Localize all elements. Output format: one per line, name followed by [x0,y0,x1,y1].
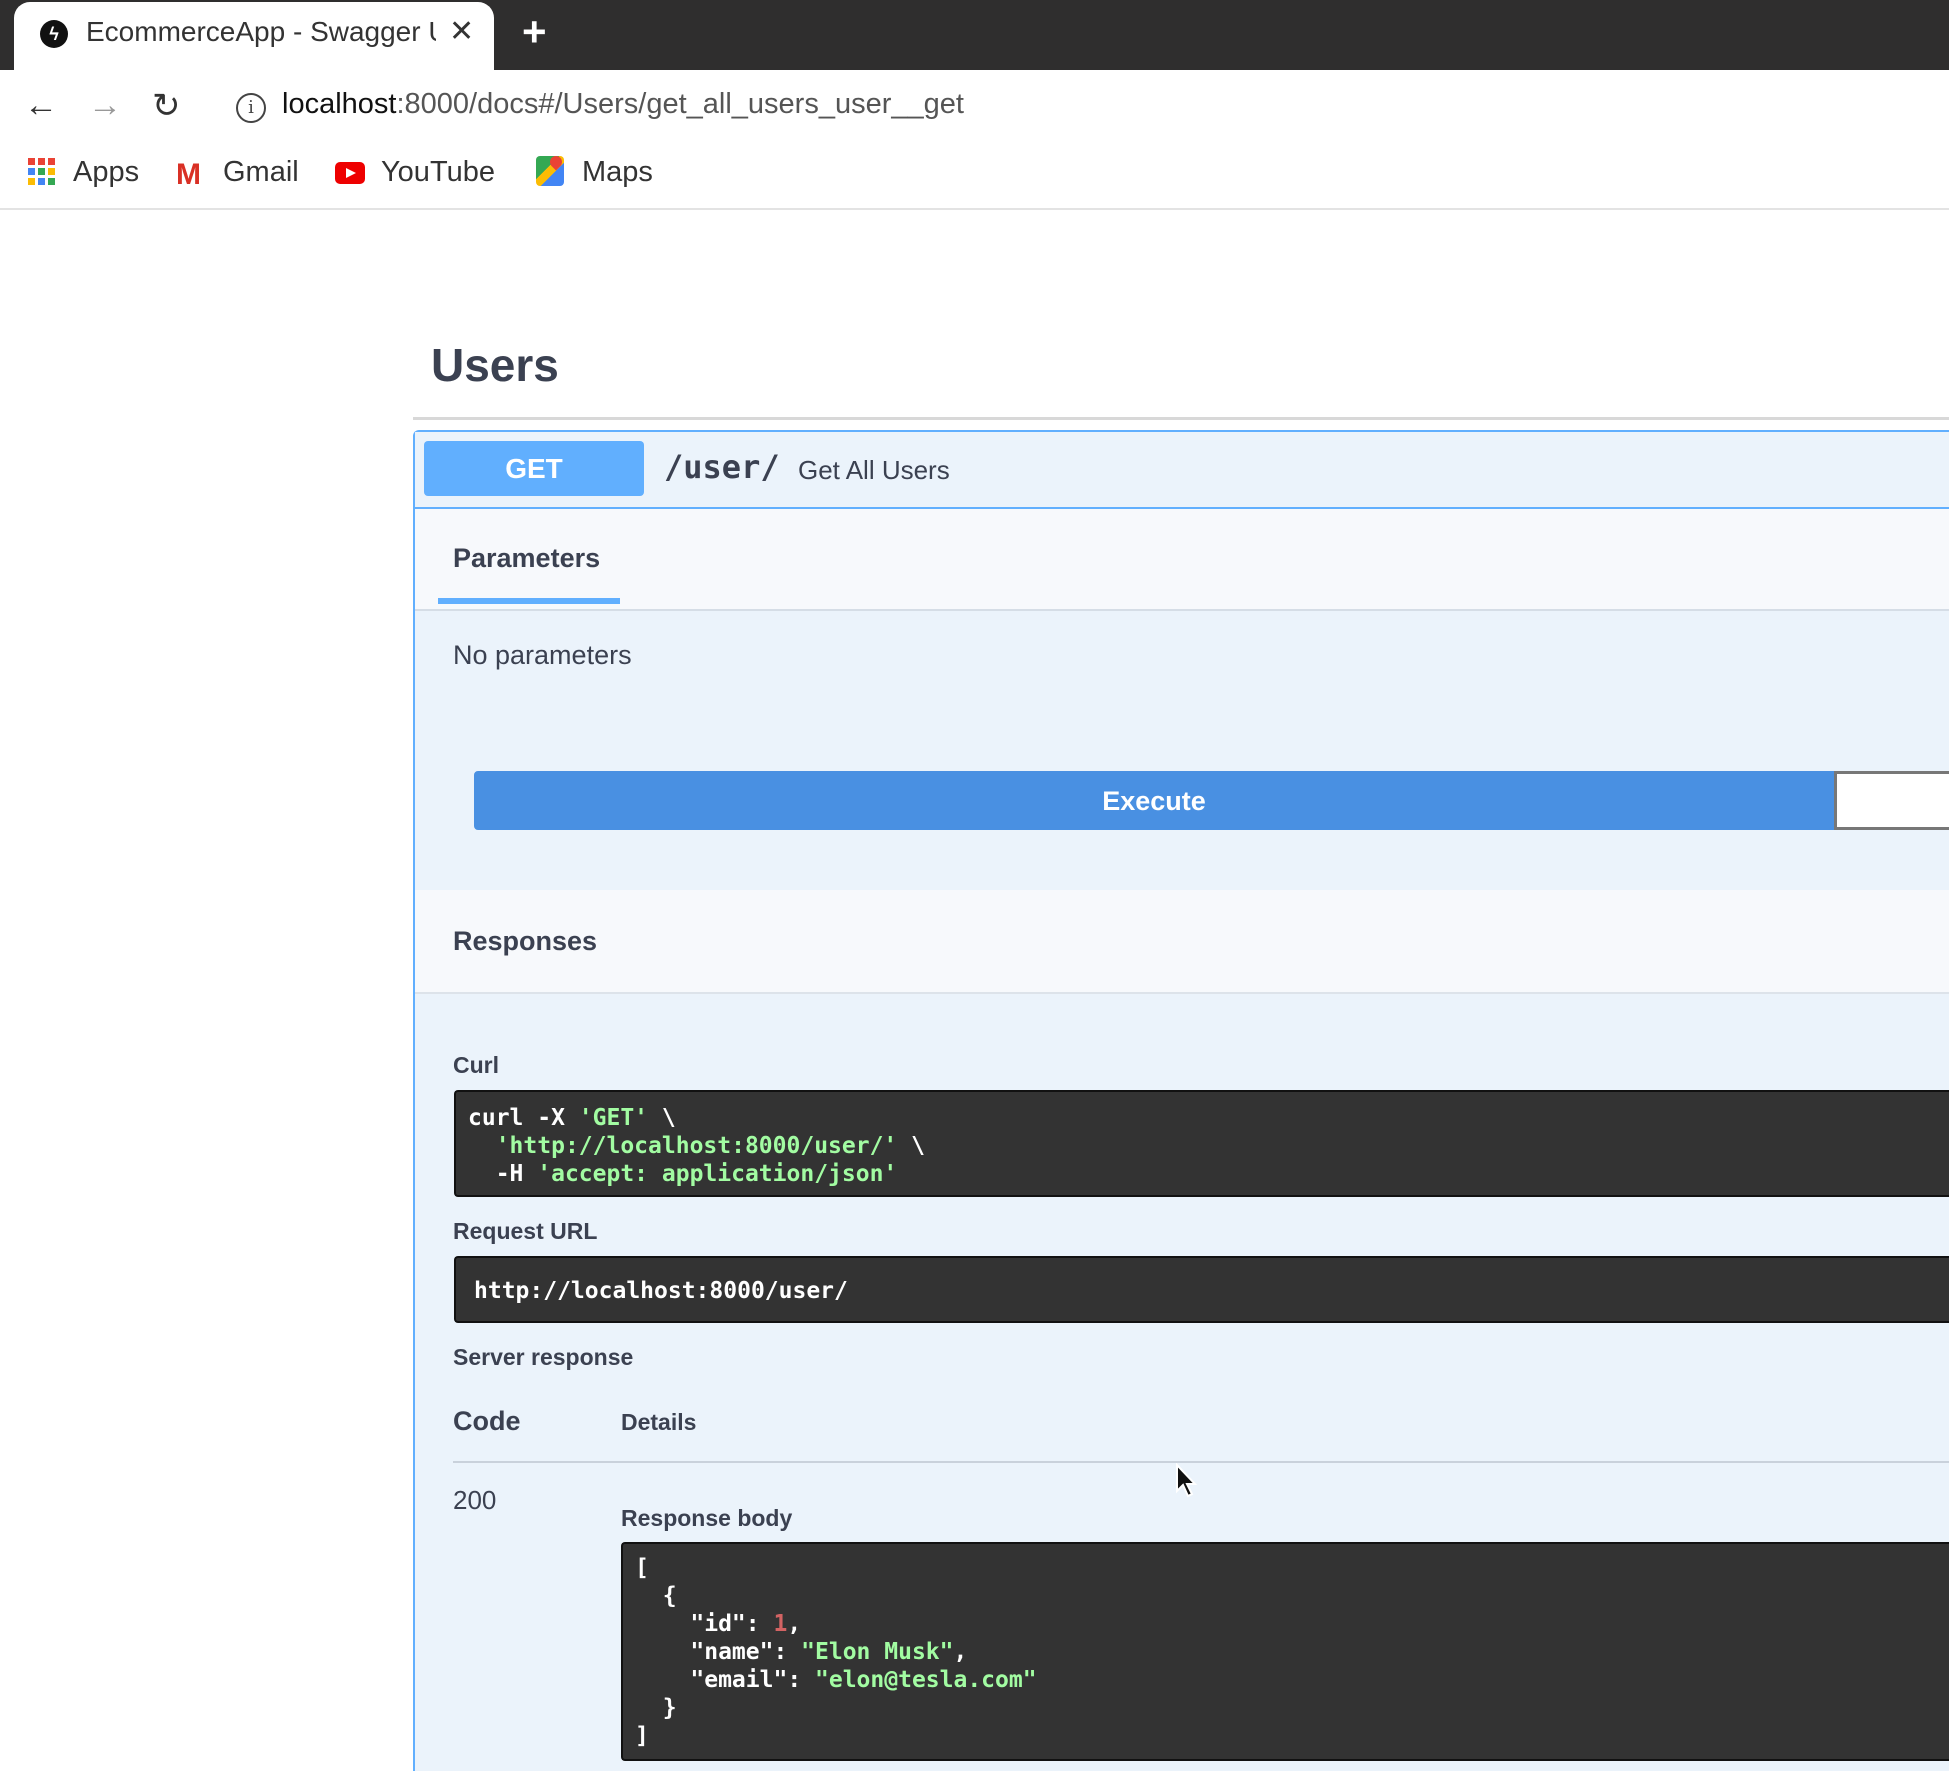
curl-indent [468,1133,496,1159]
tab-parameters[interactable]: Parameters [453,543,600,574]
curl-label: Curl [453,1052,499,1078]
section-title-users[interactable]: Users [431,338,559,392]
mouse-cursor-icon [1176,1463,1198,1498]
maps-icon [536,156,564,186]
url-host: localhost [282,88,397,120]
json-id-value: 1 [773,1611,788,1637]
url-text[interactable]: localhost:8000/docs#/Users/get_all_users… [282,88,964,121]
curl-continuation: \ [897,1133,925,1159]
site-info-icon[interactable]: i [236,93,266,123]
reload-icon[interactable]: ↻ [152,86,181,126]
response-status-code: 200 [453,1485,497,1515]
url-path: :8000/docs#/Users/get_all_users_user__ge… [396,88,964,120]
operation-summary: Get All Users [798,455,950,485]
curl-header-value: 'accept: application/json' [537,1161,898,1187]
curl-url: 'http://localhost:8000/user/' [495,1133,898,1159]
responses-header [415,890,1949,994]
response-body-label: Response body [621,1505,793,1531]
json-open-brace: { [635,1583,677,1609]
close-tab-icon[interactable]: ✕ [449,14,474,49]
apps-grid-icon [28,158,55,185]
http-method-badge: GET [424,441,644,496]
parameters-tab-header [415,509,1949,611]
details-column-header: Details [621,1409,697,1435]
curl-cmd: curl -X [468,1105,579,1131]
json-close-brace: } [635,1695,677,1721]
clear-button[interactable] [1834,771,1949,830]
request-url-label: Request URL [453,1218,598,1244]
fastapi-bolt-icon: ϟ [40,20,68,48]
json-name-value: "Elon Musk" [801,1639,954,1665]
curl-code-block[interactable]: curl -X 'GET' \ 'http://localhost:8000/u… [454,1090,1949,1197]
tab-title: EcommerceApp - Swagger UI [86,16,436,47]
server-response-label: Server response [453,1344,634,1370]
curl-header-flag: -H [468,1161,538,1187]
new-tab-button[interactable]: + [522,8,547,56]
section-divider [413,417,1949,420]
curl-method: 'GET' [578,1105,649,1131]
responses-title: Responses [453,926,598,956]
json-id-key: "id": [635,1611,774,1637]
operation-summary-bar[interactable] [415,432,1949,509]
curl-continuation: \ [648,1105,676,1131]
request-url-block[interactable]: http://localhost:8000/user/ [454,1256,1949,1323]
json-email-value: "elon@tesla.com" [815,1667,1037,1693]
active-tab-indicator [438,598,620,604]
gmail-icon: M [176,158,201,191]
bookmark-youtube[interactable]: YouTube [381,156,495,189]
bookmark-maps[interactable]: Maps [582,156,653,189]
back-arrow-icon[interactable]: ← [24,86,58,125]
execute-button[interactable]: Execute [474,771,1834,830]
json-name-key: "name": [635,1639,802,1665]
request-url-value: http://localhost:8000/user/ [474,1278,848,1304]
no-parameters-text: No parameters [453,640,632,670]
response-table-divider [453,1461,1949,1463]
youtube-icon [335,162,365,184]
code-column-header: Code [453,1406,521,1436]
forward-arrow-icon[interactable]: → [88,86,122,125]
bookmark-apps[interactable]: Apps [73,156,139,189]
json-open-bracket: [ [635,1555,649,1581]
bookmark-gmail[interactable]: Gmail [223,156,299,189]
operation-path: /user/ [664,448,780,486]
json-close-bracket: ] [635,1723,649,1749]
response-body-block[interactable]: [ { "id": 1, "name": "Elon Musk", "email… [621,1542,1949,1761]
json-email-key: "email": [635,1667,816,1693]
